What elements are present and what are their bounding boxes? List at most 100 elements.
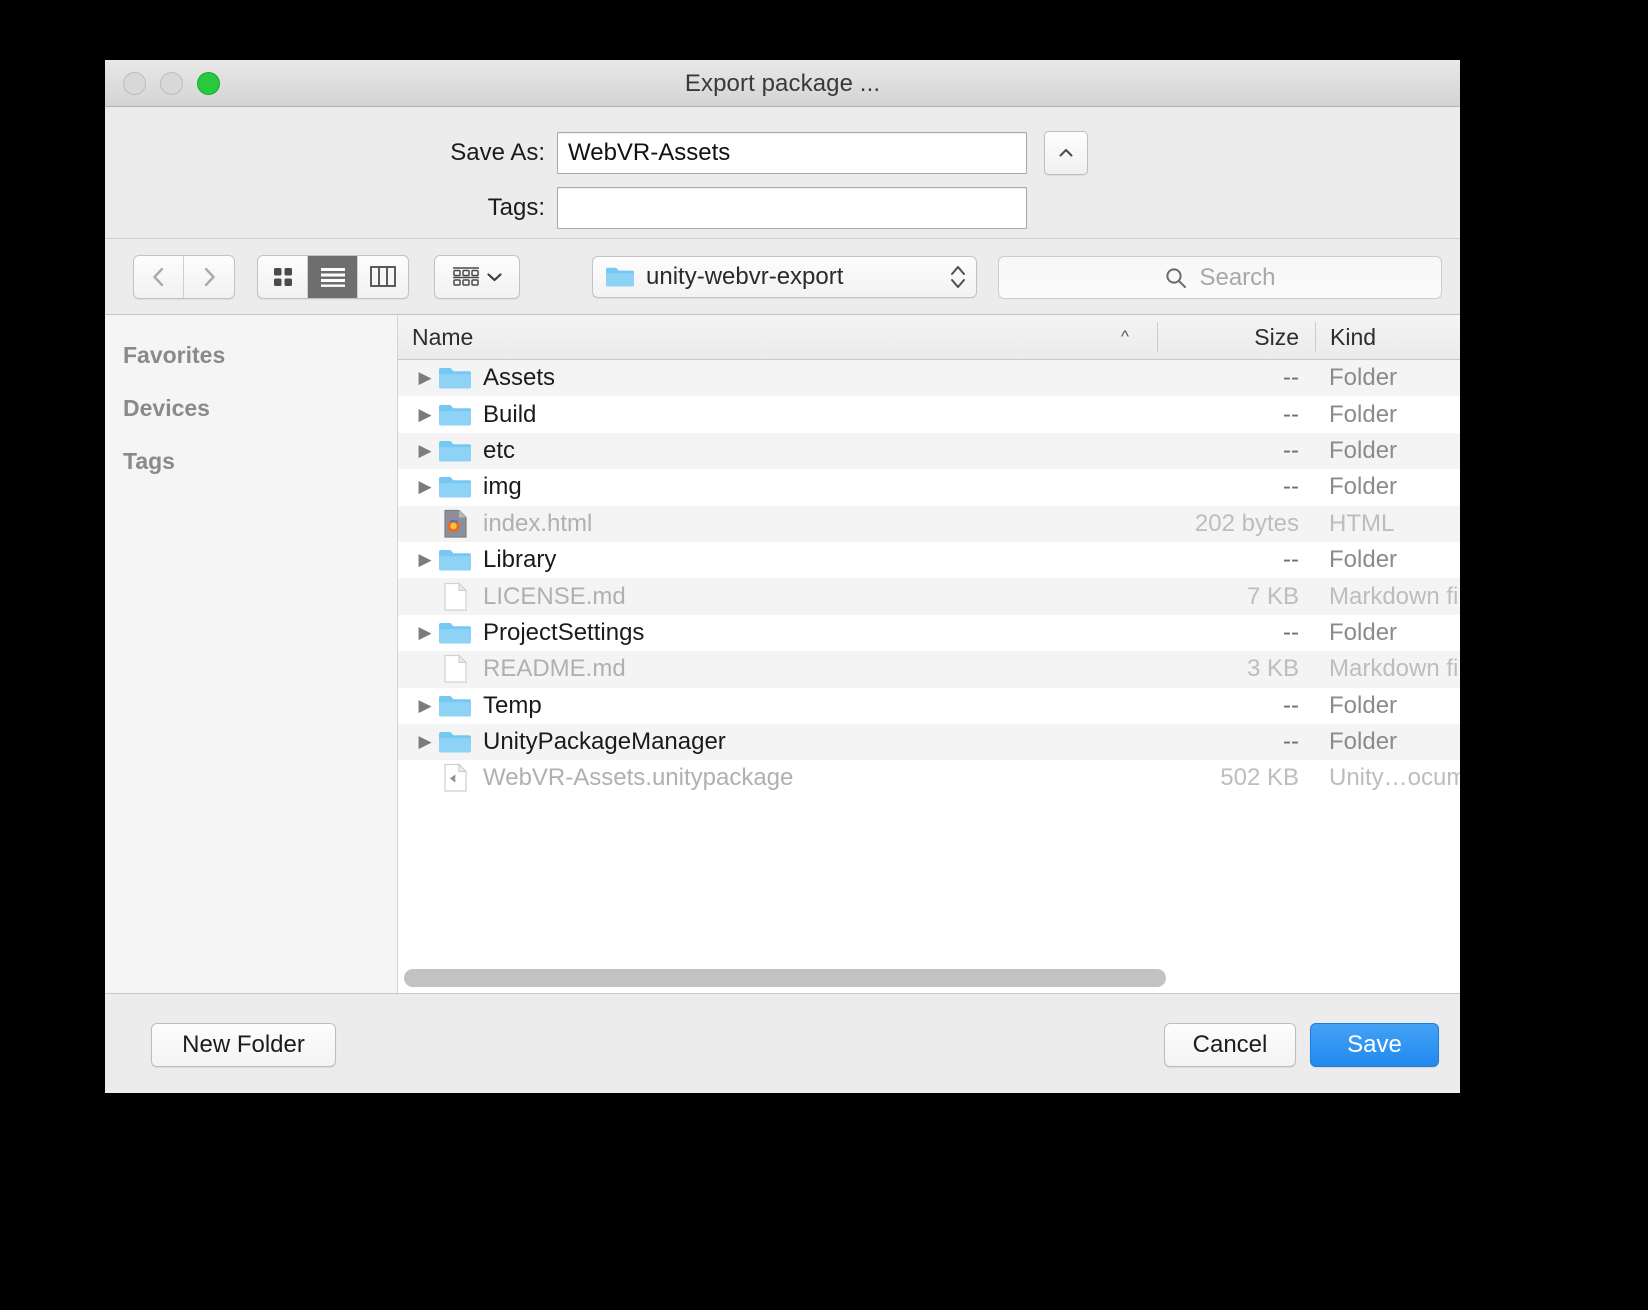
table-row[interactable]: README.md 3 KB Markdown fil xyxy=(398,651,1460,688)
row-size-cell: -- xyxy=(1283,546,1299,574)
unity-document-icon xyxy=(444,763,468,793)
folder-icon xyxy=(439,695,471,717)
folder-icon xyxy=(438,620,472,646)
tags-label: Tags: xyxy=(487,194,545,221)
save-as-label: Save As: xyxy=(450,139,545,166)
column-view-icon xyxy=(370,266,396,287)
column-header-name[interactable]: Name ^ xyxy=(398,324,1157,351)
expand-browser-button[interactable] xyxy=(1044,131,1088,175)
disclosure-triangle-icon[interactable]: ▶ xyxy=(412,696,438,716)
column-header-size[interactable]: Size xyxy=(1157,322,1315,352)
tags-row: Tags: xyxy=(435,187,1027,229)
sidebar: Favorites Devices Tags xyxy=(105,315,398,993)
row-name-label: index.html xyxy=(483,509,593,537)
row-kind-cell: Folder xyxy=(1329,691,1398,719)
table-row[interactable]: ▶ ProjectSettings -- Folder xyxy=(398,614,1460,652)
row-size-cell: 502 KB xyxy=(1220,764,1299,792)
table-row[interactable]: ▶ Assets -- Folder xyxy=(398,360,1460,397)
save-button[interactable]: Save xyxy=(1310,1023,1439,1067)
table-row[interactable]: LICENSE.md 7 KB Markdown fil xyxy=(398,578,1460,615)
row-name-label: Build xyxy=(483,400,537,428)
view-mode-segmented-control xyxy=(257,254,409,299)
table-row[interactable]: ▶ Build -- Folder xyxy=(398,396,1460,433)
row-name-cell: LICENSE.md xyxy=(398,581,1157,612)
disclosure-triangle-icon[interactable]: ▶ xyxy=(412,405,438,425)
row-size-cell: -- xyxy=(1283,473,1299,501)
horizontal-scrollbar-thumb[interactable] xyxy=(404,969,1166,987)
icon-view-icon xyxy=(273,267,292,286)
disclosure-triangle-icon[interactable]: ▶ xyxy=(412,477,438,497)
table-row[interactable]: ▶ etc -- Folder xyxy=(398,432,1460,470)
list-view-button[interactable] xyxy=(308,255,358,298)
table-row[interactable]: ▶ Temp -- Folder xyxy=(398,687,1460,724)
caret-up-icon: ^ xyxy=(1121,327,1129,346)
table-row[interactable]: index.html 202 bytes HTML xyxy=(398,505,1460,542)
folder-icon xyxy=(438,402,472,428)
arrange-by-button[interactable] xyxy=(435,256,519,298)
row-kind-cell: Folder xyxy=(1329,473,1398,501)
chevron-left-icon xyxy=(152,267,163,286)
row-name-cell: ▶ etc xyxy=(398,437,1157,465)
row-name-label: Assets xyxy=(483,364,556,392)
tags-input[interactable] xyxy=(557,187,1027,229)
column-header-kind[interactable]: Kind xyxy=(1315,322,1460,352)
row-kind-cell: Folder xyxy=(1329,546,1398,574)
row-name-label: etc xyxy=(483,436,516,464)
folder-icon xyxy=(438,729,472,755)
folder-icon xyxy=(438,547,472,573)
document-icon xyxy=(444,581,468,611)
horizontal-scrollbar[interactable] xyxy=(398,969,1460,987)
row-name-cell: ▶ UnityPackageManager xyxy=(398,728,1157,756)
table-row[interactable]: WebVR-Assets.unitypackage 502 KB Unity…ocu… xyxy=(398,760,1460,797)
disclosure-triangle-icon[interactable]: ▶ xyxy=(412,550,438,570)
row-kind-cell: Folder xyxy=(1329,400,1398,428)
unity-document-icon xyxy=(438,763,472,793)
folder-icon xyxy=(439,732,471,753)
column-view-button[interactable] xyxy=(358,256,408,298)
new-folder-button[interactable]: New Folder xyxy=(151,1023,336,1067)
row-kind-cell: Unity…ocume xyxy=(1329,764,1460,792)
disclosure-triangle-icon[interactable]: ▶ xyxy=(412,441,438,461)
back-button[interactable] xyxy=(134,255,184,298)
save-as-value: WebVR-Assets xyxy=(568,139,731,166)
screenshot-root: Export package ... Save As: WebVR-Assets… xyxy=(0,0,1648,1310)
row-name-cell: ▶ Assets xyxy=(398,364,1157,392)
up-down-stepper-icon[interactable] xyxy=(948,260,968,294)
folder-icon xyxy=(439,622,471,644)
row-size-cell: -- xyxy=(1283,691,1299,719)
table-row[interactable]: ▶ UnityPackageManager -- Folder xyxy=(398,723,1460,761)
row-name-label: Library xyxy=(483,546,557,574)
arrange-by-control[interactable] xyxy=(434,254,520,299)
row-name-label: WebVR-Assets.unitypackage xyxy=(483,764,794,792)
cancel-button[interactable]: Cancel xyxy=(1164,1023,1296,1067)
dialog-footer: New Folder Cancel Save xyxy=(105,993,1460,1093)
chevron-down-icon xyxy=(486,272,502,281)
table-row[interactable]: ▶ Library -- Folder xyxy=(398,541,1460,579)
row-size-cell: 3 KB xyxy=(1246,655,1299,683)
sidebar-section-tags[interactable]: Tags xyxy=(105,435,397,488)
sidebar-section-devices[interactable]: Devices xyxy=(105,382,397,435)
row-name-cell: ▶ Temp xyxy=(398,692,1157,720)
folder-icon xyxy=(438,438,472,464)
folder-icon xyxy=(439,477,471,498)
row-name-cell: ▶ img xyxy=(398,473,1157,501)
path-popup-label: unity-webvr-export xyxy=(646,263,844,290)
disclosure-triangle-icon[interactable]: ▶ xyxy=(412,623,438,643)
sidebar-section-favorites[interactable]: Favorites xyxy=(105,329,397,382)
row-kind-cell: Folder xyxy=(1329,436,1398,464)
chevron-right-icon xyxy=(204,267,215,286)
document-icon xyxy=(438,581,472,612)
search-input[interactable]: Search xyxy=(998,256,1442,299)
path-popup-button[interactable]: unity-webvr-export xyxy=(592,256,977,298)
folder-icon xyxy=(439,404,471,426)
document-icon xyxy=(438,654,472,684)
icon-view-button[interactable] xyxy=(258,255,308,298)
disclosure-triangle-icon[interactable]: ▶ xyxy=(412,732,438,752)
save-as-input[interactable]: WebVR-Assets xyxy=(557,132,1027,174)
table-row[interactable]: ▶ img -- Folder xyxy=(398,469,1460,506)
search-icon xyxy=(1166,267,1187,288)
forward-button[interactable] xyxy=(184,256,234,298)
disclosure-triangle-icon[interactable]: ▶ xyxy=(412,368,438,388)
browser-body: Favorites Devices Tags Name ^ Size Kind … xyxy=(105,315,1460,993)
file-list-pane: Name ^ Size Kind ▶ Assets -- Folder ▶ Build --… xyxy=(398,315,1460,993)
